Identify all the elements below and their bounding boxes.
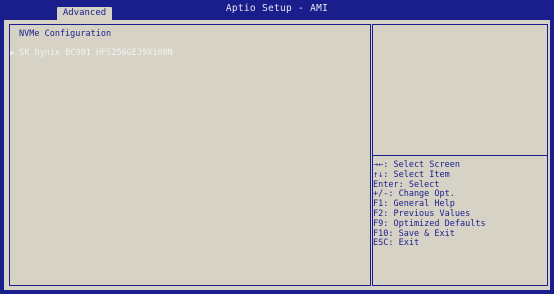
nvme-device-label: SK hynix BC901 HFS256GEJ9X108N — [19, 48, 173, 58]
submenu-arrow-icon: ▶ — [10, 49, 15, 57]
help-divider — [372, 155, 548, 156]
key-help-list: →←: Select Screen ↑↓: Select Item Enter:… — [373, 160, 486, 249]
key-help-esc-exit: ESC: Exit — [373, 238, 420, 249]
top-bar: Aptio Setup - AMI Advanced — [0, 0, 554, 20]
tab-advanced[interactable]: Advanced — [57, 7, 112, 20]
section-title: NVMe Configuration — [19, 29, 112, 39]
nvme-device-item[interactable]: ▶ SK hynix BC901 HFS256GEJ9X108N — [10, 48, 173, 58]
main-panel — [9, 24, 371, 286]
setup-content: NVMe Configuration ▶ SK hynix BC901 HFS2… — [4, 20, 550, 290]
